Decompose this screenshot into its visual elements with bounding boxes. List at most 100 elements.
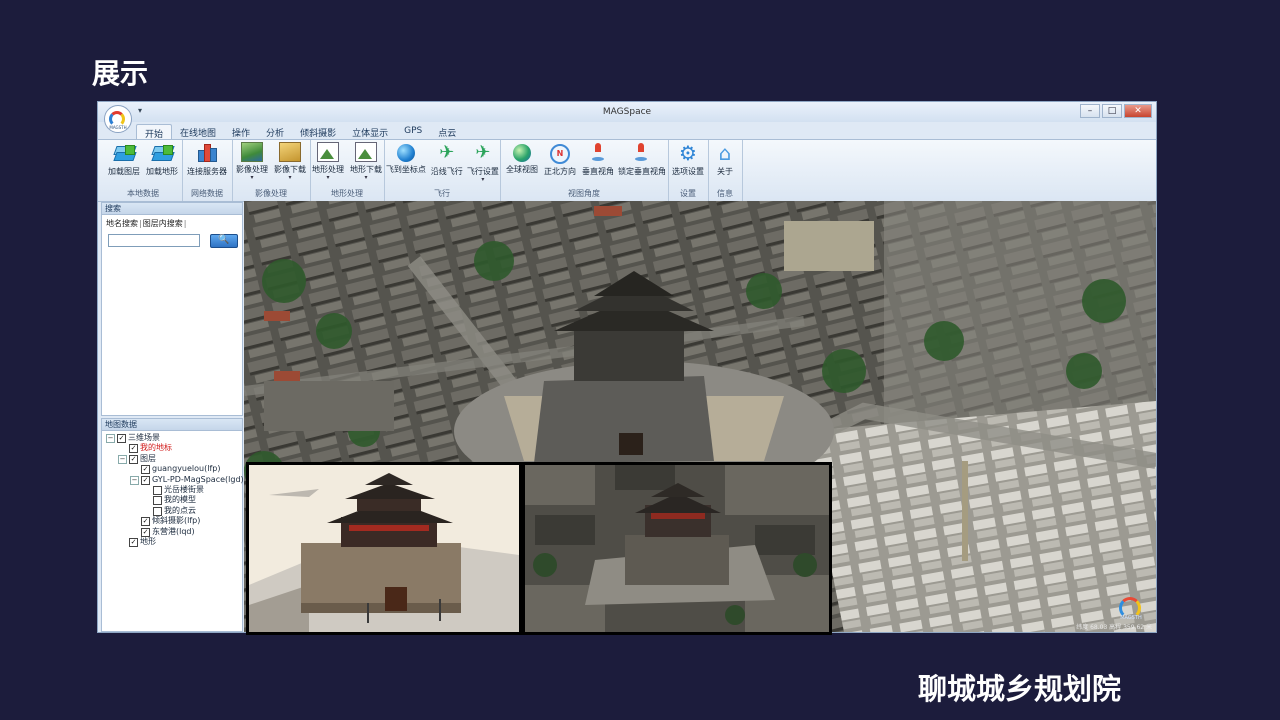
ribbon-button-0-1[interactable]: 加载地形	[144, 142, 180, 177]
ribbon-button-0-0[interactable]: 加载图层	[106, 142, 142, 177]
ribbon-group-buttons: 加载图层 加载地形	[104, 142, 182, 177]
tree-node-label: 我的模型	[164, 495, 196, 505]
tree-node[interactable]: 我的模型	[102, 495, 242, 506]
tree-node[interactable]: 光岳楼街景	[102, 485, 242, 495]
ribbon-button-5-3[interactable]: 锁定垂直视角	[618, 142, 666, 177]
map-status-readout: 纬度 68.03 高程 359.62 米	[1076, 624, 1152, 631]
search-input[interactable]	[108, 234, 200, 247]
ribbon-button-4-1[interactable]: ✈ 沿线飞行	[430, 142, 464, 183]
layer-checkbox[interactable]: ✓	[141, 517, 150, 527]
search-button[interactable]: 🔍	[210, 234, 238, 248]
ribbon-button-6-0[interactable]: ⚙ 选项设置	[670, 142, 706, 177]
chevron-down-icon[interactable]: ▾	[348, 175, 384, 181]
title-bar: MAGSpace – □ ✕	[98, 102, 1156, 122]
terrain-download-icon	[355, 142, 377, 162]
ribbon-button-label: 关于	[717, 167, 733, 176]
ribbon-button-5-0[interactable]: 全球视图	[504, 142, 540, 177]
tree-node[interactable]: 我的点云	[102, 506, 242, 516]
quick-access-dropdown-icon[interactable]: ▾	[138, 106, 142, 115]
chevron-down-icon[interactable]: ▾	[466, 177, 500, 183]
tab-3[interactable]: 分析	[258, 124, 292, 140]
tab-1[interactable]: 在线地图	[172, 124, 224, 140]
ribbon-group-label: 地形处理	[331, 189, 363, 198]
chevron-down-icon[interactable]: ▾	[272, 175, 308, 181]
minimize-button[interactable]: –	[1080, 104, 1100, 118]
ribbon-button-label: 选项设置	[672, 167, 704, 176]
ribbon-button-label: 垂直视角	[582, 167, 614, 176]
compass-north-icon: N	[550, 144, 570, 164]
tab-5[interactable]: 立体显示	[344, 124, 396, 140]
image-process-icon	[241, 142, 263, 162]
ribbon-group-5: 全球视图 N 正北方向 垂直视角 锁定垂直视角 视图角度	[500, 140, 669, 201]
layer-checkbox[interactable]	[153, 506, 162, 516]
tree-node[interactable]: ✓ 我的地标	[102, 443, 242, 454]
subtab-place-search[interactable]: 地名搜索	[106, 219, 138, 228]
map-watermark-logo: MAGSTH	[1116, 595, 1146, 621]
map-data-header: 地图数据	[102, 419, 242, 431]
ribbon-group-2: 影像处理 ▾ 影像下载 ▾ 影像处理	[232, 140, 311, 201]
ribbon-group-buttons: ⌂ 关于	[708, 142, 742, 177]
tree-expander-icon[interactable]: −	[106, 434, 115, 443]
app-logo-button[interactable]: MAGSTH	[104, 105, 132, 133]
close-button[interactable]: ✕	[1124, 104, 1152, 118]
ribbon-button-label: 全球视图	[506, 165, 538, 174]
tree-node-label: 我的点云	[164, 505, 196, 515]
subtab-separator: |	[139, 219, 142, 228]
organization-footer: 聊城城乡规划院	[918, 672, 1122, 706]
chevron-down-icon[interactable]: ▾	[234, 175, 270, 181]
tree-node[interactable]: − ✓ 图层	[102, 454, 242, 464]
tower-model-image	[249, 465, 519, 632]
tree-node[interactable]: ✓ 地形	[102, 537, 242, 547]
ribbon-button-3-1[interactable]: 地形下载 ▾	[348, 142, 384, 181]
tree-node-label: 倾斜摄影(lfp)	[152, 516, 201, 526]
tree-node-label: 我的地标	[140, 443, 172, 453]
tree-node-label: GYL-PD-MagSpace(lgd)	[152, 474, 244, 484]
tree-node[interactable]: − ✓ 三维场景	[102, 433, 242, 443]
tab-2[interactable]: 操作	[224, 124, 258, 140]
ribbon-button-3-0[interactable]: 地形处理 ▾	[310, 142, 346, 181]
fly-to-point-icon	[396, 144, 415, 162]
layer-checkbox[interactable]: ✓	[117, 434, 126, 443]
subtab-layer-search[interactable]: 图层内搜索	[143, 219, 183, 228]
ribbon-button-5-2[interactable]: 垂直视角	[580, 142, 616, 177]
map-data-panel: 地图数据 − ✓ 三维场景 ✓ 我的地标 − ✓ 图层 ✓ guangyuelou(lfp) − ✓ G…	[101, 418, 244, 632]
layer-checkbox[interactable]	[153, 485, 162, 495]
tree-node[interactable]: ✓ guangyuelou(lfp)	[102, 464, 242, 475]
ribbon-button-4-2[interactable]: ✈ 飞行设置 ▾	[466, 142, 500, 183]
maximize-button[interactable]: □	[1102, 104, 1122, 118]
layer-checkbox[interactable]: ✓	[129, 454, 138, 464]
tree-node[interactable]: − ✓ GYL-PD-MagSpace(lgd)	[102, 474, 244, 485]
ribbon-button-2-0[interactable]: 影像处理 ▾	[234, 142, 270, 181]
subtab-separator: |	[183, 219, 187, 228]
chevron-down-icon[interactable]: ▾	[310, 175, 346, 181]
layer-checkbox[interactable]: ✓	[141, 527, 150, 537]
ribbon-button-1-0[interactable]: 连接服务器	[184, 142, 230, 177]
layer-checkbox[interactable]: ✓	[129, 537, 138, 547]
tree-node[interactable]: ✓ 东营港(lqd)	[102, 527, 242, 537]
ribbon-button-5-1[interactable]: N 正北方向	[542, 142, 578, 177]
server-bar	[210, 148, 217, 162]
ribbon-button-4-0[interactable]: 飞到坐标点	[384, 142, 428, 183]
layer-checkbox[interactable]: ✓	[129, 444, 138, 454]
layer-checkbox[interactable]	[153, 496, 162, 506]
home-icon: ⌂	[718, 141, 732, 165]
tab-6[interactable]: GPS	[396, 124, 430, 140]
layer-sheet	[163, 145, 173, 155]
search-icon: 🔍	[218, 235, 230, 245]
tree-node-label: 东营港(lqd)	[152, 526, 195, 536]
ribbon-group-0: 加载图层 加载地形 本地数据	[104, 140, 183, 201]
tree-expander-icon[interactable]: −	[118, 454, 127, 464]
ribbon-group-label: 飞行	[434, 189, 450, 198]
tree-expander-icon[interactable]: −	[130, 475, 139, 485]
fly-along-line-icon: ✈	[439, 142, 455, 163]
layer-checkbox[interactable]: ✓	[141, 475, 150, 485]
tab-4[interactable]: 倾斜摄影	[292, 124, 344, 140]
layer-checkbox[interactable]: ✓	[141, 465, 150, 475]
ribbon-toolbar: 加载图层 加载地形 本地数据 连接服务器 网络数据 影像处理 ▾ 影像下载 ▾ 影像处理 地形处理 ▾…	[98, 139, 1156, 202]
app-logo-text: MAGSTH	[109, 125, 127, 130]
ribbon-button-2-1[interactable]: 影像下载 ▾	[272, 142, 308, 181]
ribbon-button-7-0[interactable]: ⌂ 关于	[708, 142, 742, 177]
tab-7[interactable]: 点云	[430, 124, 464, 140]
map-logo-text: MAGSTH	[1120, 615, 1142, 621]
tree-node[interactable]: ✓ 倾斜摄影(lfp)	[102, 516, 242, 527]
